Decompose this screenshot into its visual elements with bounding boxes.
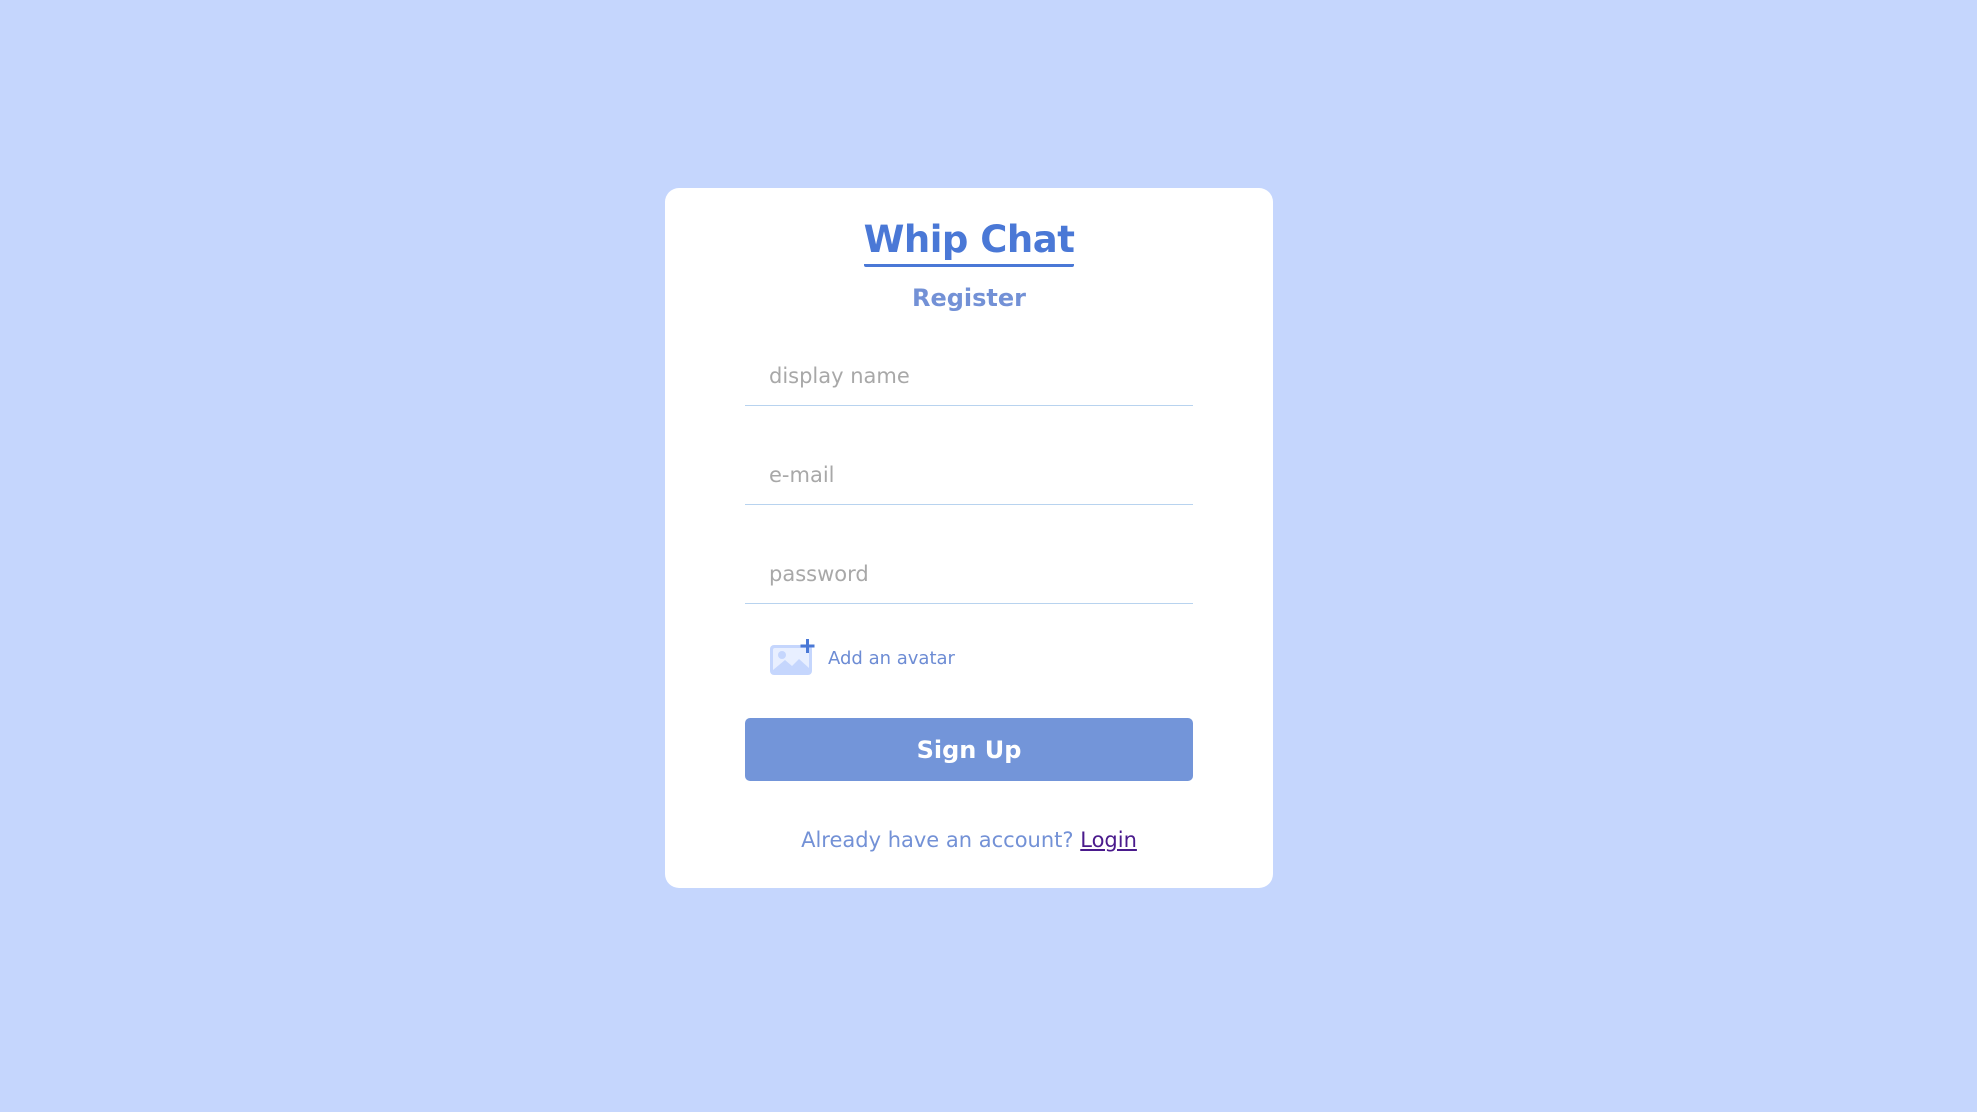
app-title: Whip Chat: [665, 218, 1273, 267]
email-input[interactable]: [745, 445, 1193, 505]
password-input[interactable]: [745, 544, 1193, 604]
page-subtitle: Register: [911, 284, 1027, 312]
login-link[interactable]: Login: [1080, 828, 1137, 852]
add-avatar-button[interactable]: Add an avatar: [768, 638, 955, 678]
display-name-input[interactable]: [745, 346, 1193, 406]
image-add-icon: [768, 639, 816, 677]
app-title-text: Whip Chat: [863, 218, 1075, 267]
login-prompt: Already have an account? Login: [665, 828, 1273, 852]
add-avatar-label: Add an avatar: [828, 647, 955, 669]
login-prompt-text: Already have an account?: [801, 828, 1074, 852]
sign-up-button[interactable]: Sign Up: [745, 718, 1193, 781]
register-card: Whip Chat Register Add an avatar Sign Up…: [665, 188, 1273, 888]
